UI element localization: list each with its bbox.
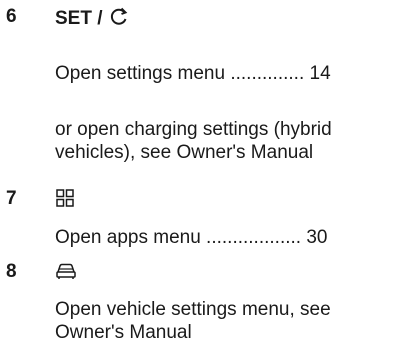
item-6-heading: SET / bbox=[55, 6, 129, 32]
item-8-heading bbox=[55, 261, 77, 287]
item-6-entry-1: Open settings menu .............. 14 bbox=[55, 63, 331, 84]
car-icon bbox=[55, 261, 77, 287]
item-8-entry-1: Open vehicle settings menu, see Owner's … bbox=[55, 299, 331, 343]
power-cycle-icon bbox=[109, 6, 129, 32]
item-8-number: 8 bbox=[6, 261, 17, 282]
item-6-entry-2: or open charging settings (hybrid vehicl… bbox=[55, 119, 332, 163]
item-7-number: 7 bbox=[6, 188, 17, 209]
set-label: SET / bbox=[55, 8, 103, 29]
apps-grid-icon bbox=[55, 188, 75, 214]
item-7-heading bbox=[55, 188, 75, 214]
item-7-entry-1: Open apps menu .................. 30 bbox=[55, 227, 328, 248]
item-6-number: 6 bbox=[6, 6, 17, 27]
